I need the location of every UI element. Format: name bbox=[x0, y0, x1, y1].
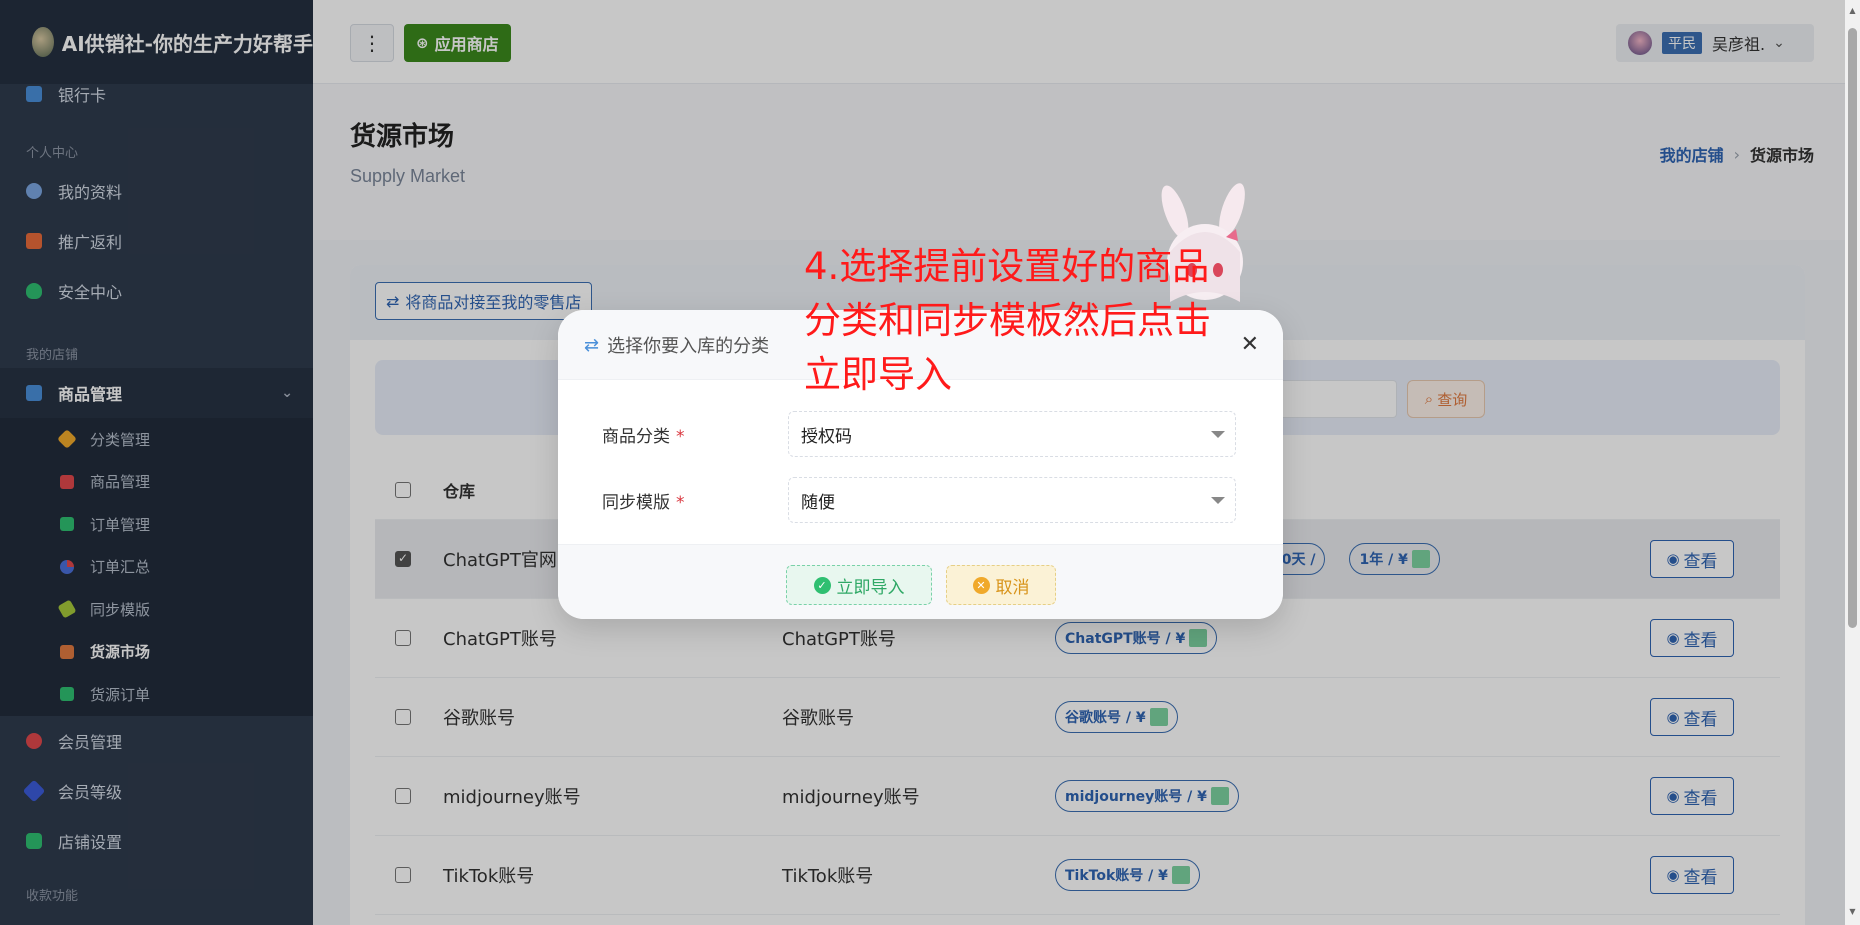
cancel-button[interactable]: ✕ 取消 bbox=[946, 565, 1056, 605]
scroll-up-icon[interactable]: ▲ bbox=[1848, 6, 1857, 18]
close-circle-icon: ✕ bbox=[972, 576, 990, 594]
scrollbar-thumb[interactable] bbox=[1848, 28, 1857, 628]
import-now-button[interactable]: ✓ 立即导入 bbox=[786, 565, 932, 605]
close-icon[interactable]: ✕ bbox=[1241, 332, 1259, 357]
template-label-text: 同步模版 bbox=[602, 492, 670, 513]
category-select-value: 授权码 bbox=[801, 426, 852, 447]
import-now-label: 立即导入 bbox=[836, 577, 905, 598]
category-label: 商品分类 * bbox=[602, 422, 788, 447]
template-label: 同步模版 * bbox=[602, 488, 788, 513]
template-field-row: 同步模版 * 随便 bbox=[602, 477, 1236, 523]
cancel-label: 取消 bbox=[995, 577, 1030, 598]
scrollbar[interactable]: ▲ ▼ bbox=[1845, 0, 1860, 925]
template-select[interactable]: 随便 bbox=[788, 477, 1236, 523]
dialog-footer: ✓ 立即导入 ✕ 取消 bbox=[558, 544, 1283, 619]
caret-down-icon bbox=[1211, 497, 1225, 504]
dialog-title: ⇄ 选择你要入库的分类 bbox=[584, 332, 769, 358]
caret-down-icon bbox=[1211, 431, 1225, 438]
dialog-title-text: 选择你要入库的分类 bbox=[607, 336, 770, 357]
check-circle-icon: ✓ bbox=[813, 576, 831, 594]
category-select[interactable]: 授权码 bbox=[788, 411, 1236, 457]
scroll-down-icon[interactable]: ▼ bbox=[1848, 907, 1857, 919]
category-field-row: 商品分类 * 授权码 bbox=[602, 411, 1236, 457]
tutorial-annotation: 4.选择提前设置好的商品分类和同步模板然后点击立即导入 bbox=[804, 245, 1211, 396]
required-mark: * bbox=[676, 492, 685, 513]
template-select-value: 随便 bbox=[801, 492, 835, 513]
exchange-icon: ⇄ bbox=[584, 334, 600, 356]
required-mark: * bbox=[676, 426, 685, 447]
category-label-text: 商品分类 bbox=[602, 426, 670, 447]
